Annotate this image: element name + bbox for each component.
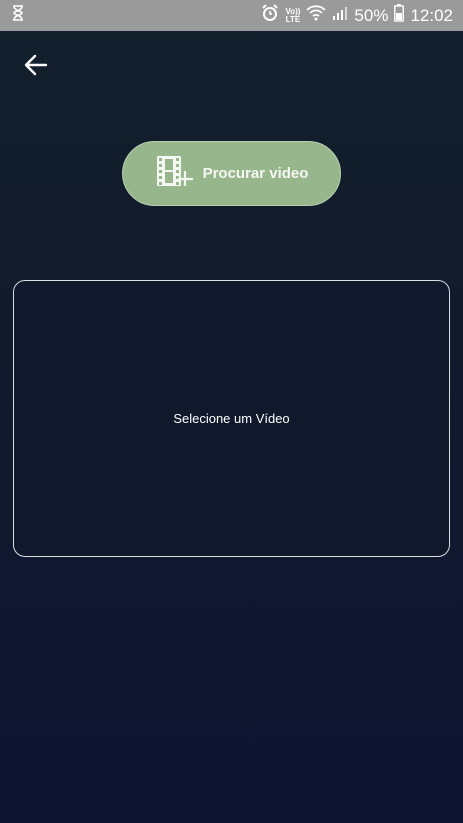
battery-icon bbox=[394, 4, 405, 27]
video-placeholder-text: Selecione um Vídeo bbox=[173, 411, 290, 426]
volte-indicator: Vo)) LTE bbox=[285, 7, 301, 24]
wifi-icon bbox=[306, 5, 327, 26]
hourglass-icon bbox=[12, 5, 24, 26]
status-bar: Vo)) LTE 50% 12:02 bbox=[0, 0, 463, 31]
film-add-icon bbox=[155, 153, 195, 194]
status-right: Vo)) LTE 50% 12:02 bbox=[261, 4, 453, 27]
signal-icon bbox=[332, 5, 348, 26]
volte-bottom-label: LTE bbox=[285, 14, 301, 24]
battery-percent: 50% bbox=[354, 5, 389, 25]
alarm-icon bbox=[261, 4, 279, 27]
clock: 12:02 bbox=[410, 5, 453, 25]
browse-video-button[interactable]: Procurar video bbox=[122, 141, 341, 206]
status-left bbox=[12, 5, 24, 26]
browse-video-label: Procurar video bbox=[202, 165, 309, 182]
arrow-left-icon bbox=[24, 54, 48, 81]
video-preview-area[interactable]: Selecione um Vídeo bbox=[13, 280, 450, 557]
back-button[interactable] bbox=[20, 52, 52, 82]
